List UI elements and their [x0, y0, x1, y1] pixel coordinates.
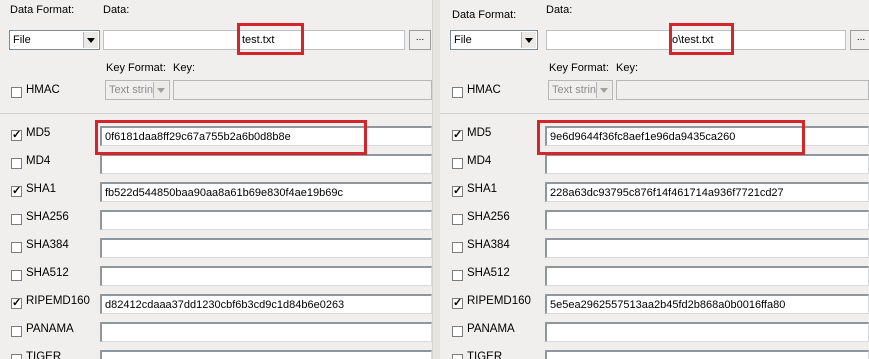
browse-button[interactable]: ... — [409, 30, 431, 50]
data-format-value: File — [13, 34, 31, 46]
key-format-select[interactable]: Text string — [548, 80, 613, 100]
key-input[interactable] — [616, 80, 869, 100]
key-format-value: Text string — [109, 84, 160, 96]
sha256-hash-field[interactable] — [100, 210, 432, 230]
data-label: Data: — [546, 4, 573, 16]
panama-checkbox[interactable] — [452, 326, 463, 337]
highlight-box-filename — [669, 23, 734, 55]
sha512-checkbox[interactable] — [452, 270, 463, 281]
sha256-label: SHA256 — [467, 211, 510, 223]
sha1-hash-field[interactable]: fb522d544850baa90aa8a61b69e830f4ae19b69c — [100, 182, 432, 202]
sha384-hash-field[interactable] — [545, 238, 869, 258]
md5-label: MD5 — [467, 127, 492, 139]
key-label: Key: — [173, 62, 196, 74]
key-input[interactable] — [173, 80, 432, 100]
ripemd160-checkbox[interactable] — [11, 296, 22, 310]
key-format-label: Key Format: — [549, 62, 609, 74]
sha1-checkbox[interactable] — [452, 184, 463, 198]
panama-label: PANAMA — [26, 323, 74, 335]
md4-checkbox[interactable] — [11, 158, 22, 169]
key-label: Key: — [616, 62, 639, 74]
ripemd160-hash-field[interactable]: d82412cdaaa37dd1230cbf6b3cd9c1d84b6e0263 — [100, 294, 432, 314]
chevron-down-icon[interactable] — [153, 82, 168, 98]
md5-checkbox[interactable] — [452, 128, 463, 142]
highlight-box-md5 — [95, 120, 367, 155]
data-format-label: Data Format: — [10, 4, 75, 16]
data-label: Data: — [103, 4, 130, 16]
ripemd160-hash-field[interactable]: 5e5ea2962557513aa2b45fd2b868a0b0016ffa80 — [545, 294, 869, 314]
ripemd160-checkbox[interactable] — [452, 296, 463, 310]
right-hash-panel: Data Format: Data: File o\test.txt ... H… — [440, 0, 869, 359]
sha512-checkbox[interactable] — [11, 270, 22, 281]
md5-checkbox[interactable] — [11, 128, 22, 142]
sha512-label: SHA512 — [467, 267, 510, 279]
tiger-hash-field[interactable] — [545, 350, 869, 359]
tiger-label: TIGER — [26, 351, 62, 359]
hmac-label: HMAC — [26, 84, 60, 96]
ripemd160-label: RIPEMD160 — [467, 295, 531, 307]
sha384-checkbox[interactable] — [11, 242, 22, 253]
sha256-hash-field[interactable] — [545, 210, 869, 230]
sha1-hash-field[interactable]: 228a63dc93795c876f14f461714a936f7721cd27 — [545, 182, 869, 202]
sha512-label: SHA512 — [26, 267, 69, 279]
sha1-label: SHA1 — [467, 183, 498, 195]
ripemd160-label: RIPEMD160 — [26, 295, 90, 307]
sha1-label: SHA1 — [26, 183, 57, 195]
chevron-down-icon[interactable] — [83, 32, 98, 48]
data-format-label: Data Format: — [452, 9, 517, 21]
hmac-label: HMAC — [467, 84, 501, 96]
panama-hash-field[interactable] — [100, 322, 432, 342]
md4-hash-field[interactable] — [100, 154, 432, 174]
tiger-hash-field[interactable] — [100, 350, 432, 359]
hmac-checkbox[interactable] — [452, 87, 463, 98]
md4-checkbox[interactable] — [452, 158, 463, 169]
md4-label: MD4 — [26, 155, 51, 167]
highlight-box-md5 — [537, 120, 805, 155]
sha256-checkbox[interactable] — [11, 214, 22, 225]
key-format-value: Text string — [552, 84, 603, 96]
sha384-checkbox[interactable] — [452, 242, 463, 253]
browse-button[interactable]: ... — [850, 30, 869, 50]
highlight-box-filename — [237, 23, 304, 55]
key-format-label: Key Format: — [106, 62, 166, 74]
panama-checkbox[interactable] — [11, 326, 22, 337]
left-hash-panel: Data Format: Data: File test.txt ... HMA… — [0, 0, 432, 359]
tiger-checkbox[interactable] — [452, 354, 463, 359]
sha512-hash-field[interactable] — [545, 266, 869, 286]
tiger-checkbox[interactable] — [11, 354, 22, 359]
data-format-value: File — [454, 34, 472, 46]
data-format-select[interactable]: File — [9, 30, 100, 50]
md4-hash-field[interactable] — [545, 154, 869, 174]
sha384-label: SHA384 — [467, 239, 510, 251]
md5-label: MD5 — [26, 127, 51, 139]
sha256-checkbox[interactable] — [452, 214, 463, 225]
hash-comparison-screenshot: Data Format: Data: File test.txt ... HMA… — [0, 0, 869, 359]
data-format-select[interactable]: File — [450, 30, 538, 50]
md4-label: MD4 — [467, 155, 492, 167]
sha384-hash-field[interactable] — [100, 238, 432, 258]
panama-label: PANAMA — [467, 323, 515, 335]
key-format-select[interactable]: Text string — [105, 80, 170, 100]
chevron-down-icon[interactable] — [596, 82, 611, 98]
sha512-hash-field[interactable] — [100, 266, 432, 286]
tiger-label: TIGER — [467, 351, 503, 359]
panama-hash-field[interactable] — [545, 322, 869, 342]
separator — [0, 113, 432, 114]
chevron-down-icon[interactable] — [521, 32, 536, 48]
sha1-checkbox[interactable] — [11, 184, 22, 198]
sha384-label: SHA384 — [26, 239, 69, 251]
separator — [440, 113, 869, 114]
sha256-label: SHA256 — [26, 211, 69, 223]
hmac-checkbox[interactable] — [11, 87, 22, 98]
